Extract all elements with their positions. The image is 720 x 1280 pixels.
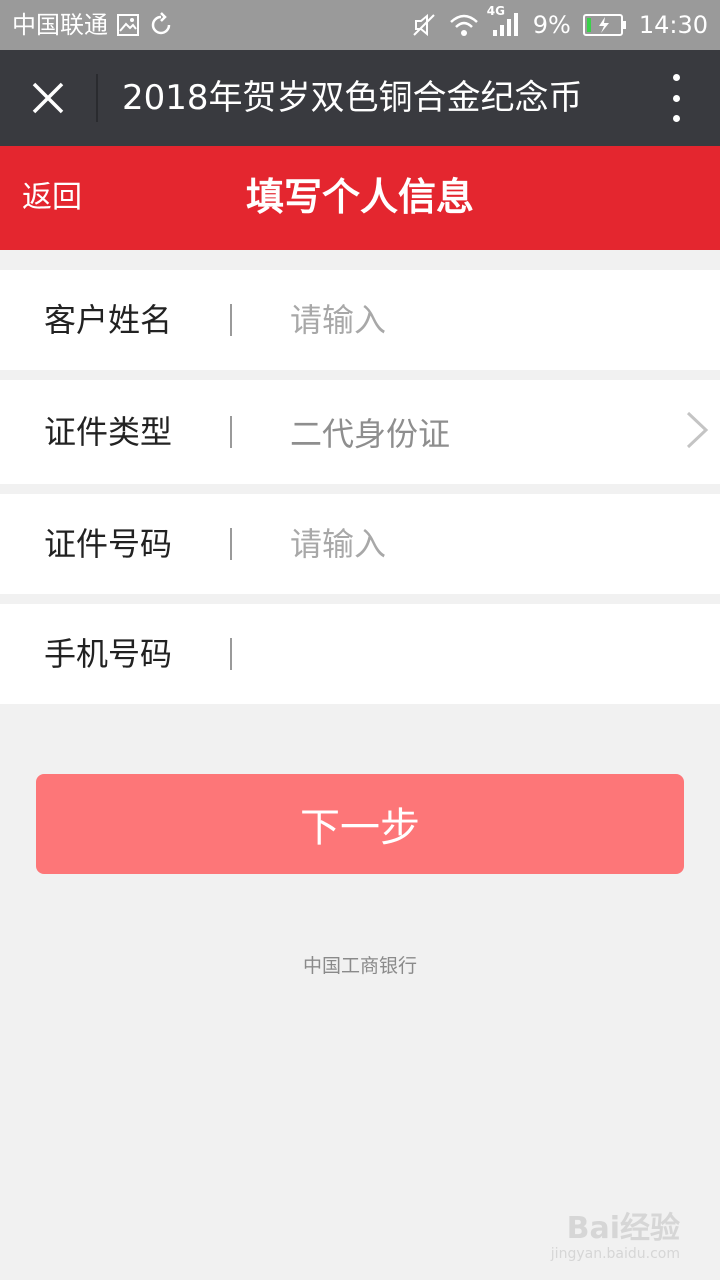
field-divider <box>230 638 232 670</box>
phone-label: 手机号码 <box>44 635 173 673</box>
page-title: 填写个人信息 <box>245 175 474 219</box>
id-number-input[interactable] <box>290 522 670 566</box>
carrier-name: 中国联通 <box>12 11 108 39</box>
image-icon <box>116 13 140 37</box>
close-button[interactable] <box>22 72 74 124</box>
topbar-divider <box>96 74 98 122</box>
form-row-id-number: 证件号码 <box>0 494 720 594</box>
watermark-logo: Bai经验 <box>566 1211 680 1246</box>
mute-icon <box>411 12 437 38</box>
form-row-phone: 手机号码 <box>0 604 720 704</box>
form-row-id-type[interactable]: 证件类型 二代身份证 <box>0 380 720 484</box>
clock: 14:30 <box>638 11 708 39</box>
close-icon <box>32 82 64 114</box>
name-label: 客户姓名 <box>44 301 173 339</box>
watermark-url: jingyan.baidu.com <box>550 1246 680 1262</box>
id-type-label: 证件类型 <box>44 413 173 451</box>
status-left: 中国联通 <box>12 8 174 42</box>
battery-percent: 9% <box>532 11 571 39</box>
customer-name-input[interactable] <box>290 298 670 342</box>
field-divider <box>230 416 232 448</box>
status-right: 4G 9% 14:30 <box>411 4 708 42</box>
footer-bank-name: 中国工商银行 <box>302 955 417 977</box>
more-vertical-icon <box>672 74 680 81</box>
id-number-label: 证件号码 <box>44 525 173 563</box>
page-window-title: 2018年贺岁双色铜合金纪念币 <box>122 78 583 118</box>
chevron-right-icon <box>686 411 709 449</box>
more-options-button[interactable] <box>660 74 692 122</box>
page-header: 返回 填写个人信息 <box>0 146 720 250</box>
status-bar: 中国联通 4G 9% 14:30 <box>0 0 720 50</box>
baidu-jingyan-watermark: Bai经验 jingyan.baidu.com <box>550 1211 680 1263</box>
browser-top-bar: 2018年贺岁双色铜合金纪念币 <box>0 50 720 146</box>
next-step-button[interactable]: 下一步 <box>36 774 684 874</box>
field-divider <box>230 528 232 560</box>
field-divider <box>230 304 232 336</box>
wifi-icon <box>449 13 479 37</box>
phone-input[interactable] <box>290 632 670 676</box>
signal-icon: 4G <box>487 4 521 38</box>
form-row-name: 客户姓名 <box>0 270 720 370</box>
id-type-value: 二代身份证 <box>290 415 451 453</box>
network-type: 4G <box>486 4 505 18</box>
sync-icon <box>148 12 174 38</box>
battery-charging-icon <box>582 13 627 37</box>
